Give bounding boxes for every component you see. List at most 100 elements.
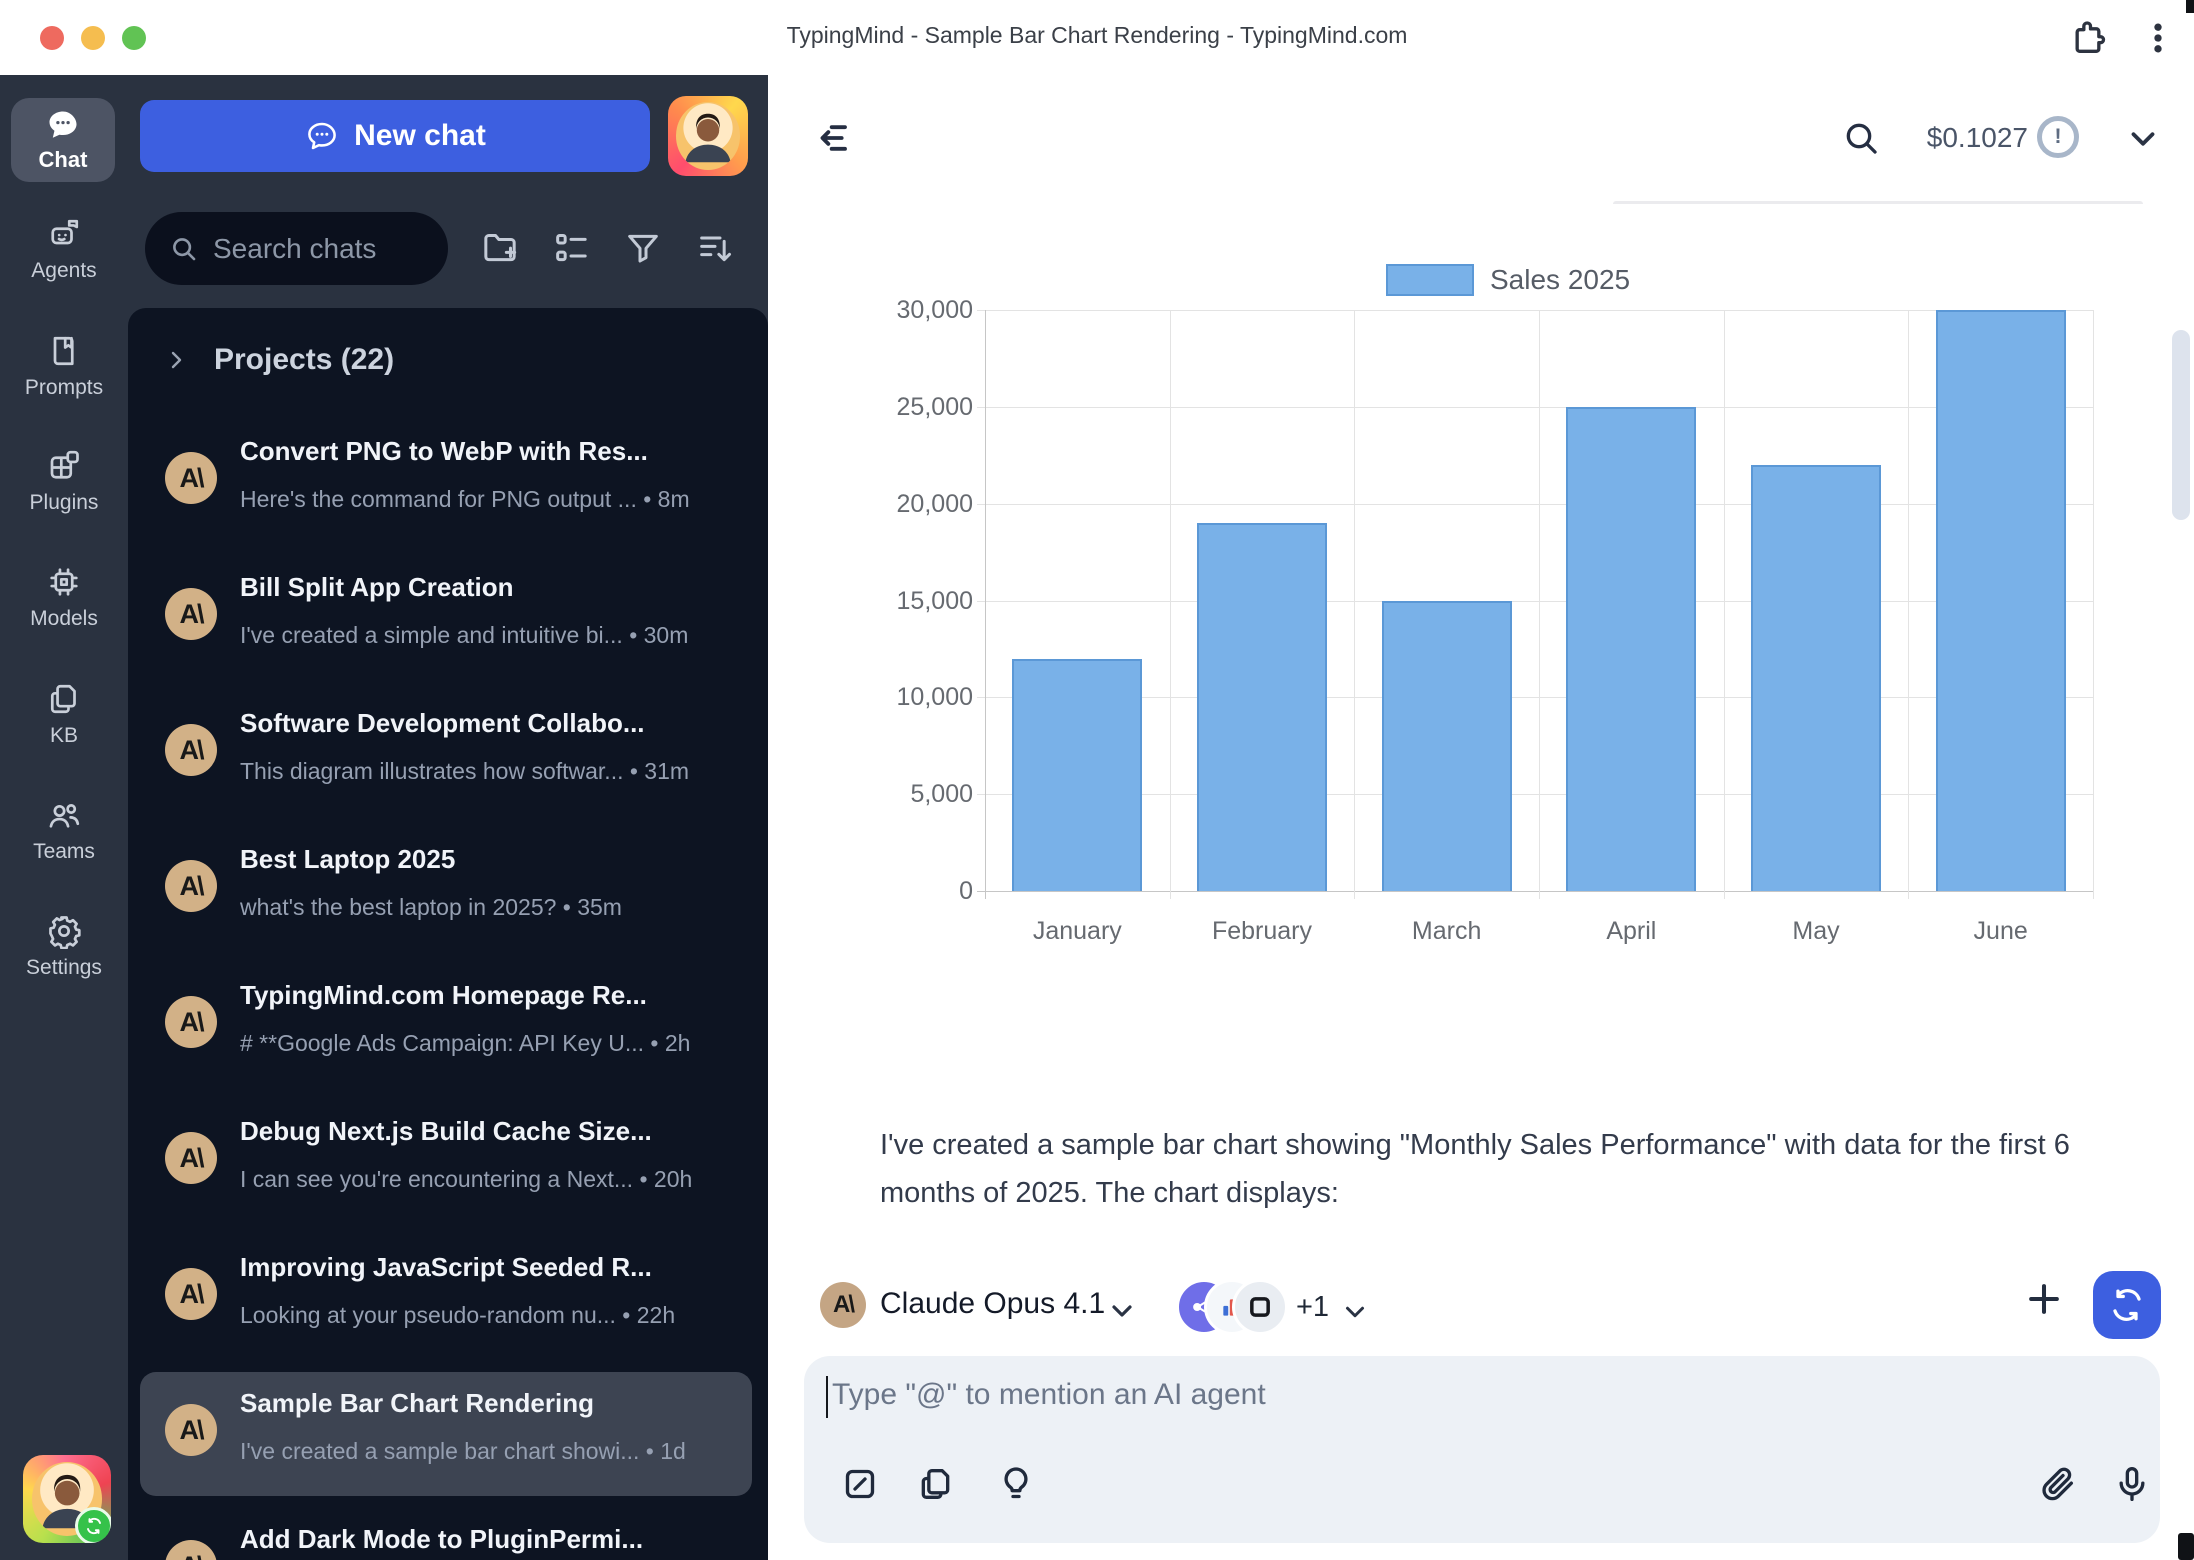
filter-funnel-icon[interactable] [623, 228, 663, 268]
model-chevron-down-icon[interactable] [1106, 1295, 1138, 1327]
chat-title: Improving JavaScript Seeded R... [240, 1252, 740, 1283]
sidebar-item-label: Agents [31, 259, 96, 283]
regenerate-button[interactable] [2093, 1271, 2161, 1339]
chat-list-item[interactable]: A\ Add Dark Mode to PluginPermi... [140, 1508, 752, 1560]
chat-list-item[interactable]: A\TypingMind.com Homepage Re...# **Googl… [140, 964, 752, 1088]
add-attachment-plus-icon[interactable] [2022, 1277, 2066, 1321]
balance-warning-icon[interactable]: ! [2037, 116, 2079, 158]
anthropic-logo-avatar: A\ [165, 1404, 217, 1456]
workspace-user-avatar[interactable] [23, 1455, 111, 1543]
pages-copy-icon[interactable] [916, 1464, 956, 1504]
sidebar-item-agents[interactable]: Agents [0, 203, 128, 295]
vertical-scrollbar-thumb[interactable] [2172, 330, 2190, 520]
browser-menu-kebab-icon[interactable] [2138, 18, 2178, 58]
y-tick-label: 10,000 [808, 683, 973, 712]
sidebar-item-prompts[interactable]: Prompts [0, 320, 128, 412]
y-tick-label: 5,000 [808, 780, 973, 809]
chat-title: Sample Bar Chart Rendering [240, 1388, 740, 1419]
gridline [1170, 310, 1171, 899]
screen-corner-artifact [2178, 1533, 2194, 1560]
legend-label: Sales 2025 [1490, 264, 1630, 296]
anthropic-logo-avatar: A\ [165, 588, 217, 640]
chat-bubble-icon [45, 107, 81, 143]
microphone-icon[interactable] [2112, 1464, 2152, 1504]
notebook-icon [46, 333, 82, 369]
message-composer[interactable]: Type "@" to mention an AI agent [804, 1356, 2160, 1543]
new-chat-button[interactable]: New chat [140, 100, 650, 172]
anthropic-logo-avatar: A\ [165, 1540, 217, 1560]
search-conversation-icon[interactable] [1841, 118, 1881, 158]
sidebar-item-label: Teams [33, 840, 95, 864]
chat-title: Convert PNG to WebP with Res... [240, 436, 740, 467]
chat-list-item[interactable]: A\Best Laptop 2025what's the best laptop… [140, 828, 752, 952]
sidebar-item-settings[interactable]: Settings [0, 900, 128, 992]
chat-list-item[interactable]: A\Sample Bar Chart RenderingI've created… [140, 1372, 752, 1496]
x-tick-label: February [1177, 917, 1347, 946]
legend-swatch [1386, 264, 1474, 296]
gridline [2093, 310, 2094, 899]
new-folder-icon[interactable] [480, 228, 520, 268]
chevron-right-icon [164, 348, 188, 372]
window-title: TypingMind - Sample Bar Chart Rendering … [0, 22, 2194, 49]
chat-title: Add Dark Mode to PluginPermi... [240, 1524, 740, 1555]
chat-list-panel: Projects (22) A\Convert PNG to WebP with… [128, 308, 768, 1560]
chat-preview-and-time: I've created a simple and intuitive bi..… [240, 622, 745, 649]
chat-list-item[interactable]: A\Software Development Collabo...This di… [140, 692, 752, 816]
sync-status-icon [75, 1507, 111, 1543]
gridline [1724, 310, 1725, 899]
chat-title: Best Laptop 2025 [240, 844, 740, 875]
plugins-chevron-down-icon[interactable] [1340, 1297, 1370, 1327]
projects-folder-toggle[interactable]: Projects (22) [152, 336, 394, 384]
left-sidebar: Chat Agents Prompts [0, 75, 768, 1560]
chat-list-item[interactable]: A\Debug Next.js Build Cache Size...I can… [140, 1100, 752, 1224]
plugin-grid-icon [46, 448, 82, 484]
y-tick-label: 20,000 [808, 490, 973, 519]
x-tick-label: June [1916, 917, 2086, 946]
main-content: $0.1027 ! Sales 2025 05,00010,00015,0002… [768, 75, 2194, 1560]
multi-select-list-icon[interactable] [551, 228, 591, 268]
composer-placeholder: Type "@" to mention an AI agent [832, 1378, 1266, 1412]
search-icon [169, 234, 199, 264]
anthropic-logo-avatar: A\ [165, 860, 217, 912]
bar-january [1012, 659, 1142, 891]
sidebar-item-teams[interactable]: Teams [0, 784, 128, 876]
chart-plot-area [985, 310, 2093, 891]
canvas-edit-icon[interactable] [840, 1464, 880, 1504]
sort-descending-icon[interactable] [695, 228, 735, 268]
chat-list-item[interactable]: A\Bill Split App CreationI've created a … [140, 556, 752, 680]
gridline [977, 891, 2093, 892]
search-chats-input[interactable]: Search chats [145, 212, 448, 285]
anthropic-logo-avatar: A\ [165, 1268, 217, 1320]
chat-list-item[interactable]: A\ Improving JavaScript Seeded R... Lookin… [140, 1236, 752, 1360]
sidebar-item-plugins[interactable]: Plugins [0, 435, 128, 527]
paperclip-icon[interactable] [2038, 1464, 2078, 1504]
model-selector[interactable]: Claude Opus 4.1 [880, 1287, 1105, 1321]
collapse-sidebar-icon[interactable] [815, 118, 855, 158]
anthropic-logo-avatar: A\ [165, 1132, 217, 1184]
sidebar-item-models[interactable]: Models [0, 551, 128, 643]
lightbulb-icon[interactable] [996, 1464, 1036, 1504]
model-avatar-anthropic[interactable]: A\ [820, 1282, 866, 1328]
gridline [977, 697, 2093, 698]
bar-february [1197, 523, 1327, 891]
chat-preview-and-time: Looking at your pseudo-random nu... • 22… [240, 1302, 745, 1329]
chat-list-item[interactable]: A\Convert PNG to WebP with Res...Here's … [140, 420, 752, 544]
chevron-down-icon[interactable] [2124, 120, 2162, 158]
people-group-icon [46, 797, 82, 833]
chart-legend[interactable]: Sales 2025 [1386, 264, 1630, 296]
new-chat-label: New chat [354, 119, 486, 153]
sidebar-item-kb[interactable]: KB [0, 668, 128, 760]
gridline [977, 310, 2093, 311]
anthropic-logo-avatar: A\ [165, 724, 217, 776]
browser-extensions-icon[interactable] [2068, 18, 2108, 58]
user-avatar[interactable] [668, 96, 748, 176]
x-tick-label: May [1731, 917, 1901, 946]
credit-balance[interactable]: $0.1027 [1908, 122, 2028, 154]
robot-agent-icon [46, 216, 82, 252]
y-tick-label: 15,000 [808, 587, 973, 616]
stacked-pages-icon [46, 681, 82, 717]
chat-preview-and-time: I can see you're encountering a Next... … [240, 1166, 745, 1193]
more-plugins-count[interactable]: +1 [1296, 1291, 1329, 1324]
plugin-frame-icon[interactable] [1232, 1279, 1288, 1335]
sidebar-item-chat[interactable]: Chat [11, 98, 115, 182]
